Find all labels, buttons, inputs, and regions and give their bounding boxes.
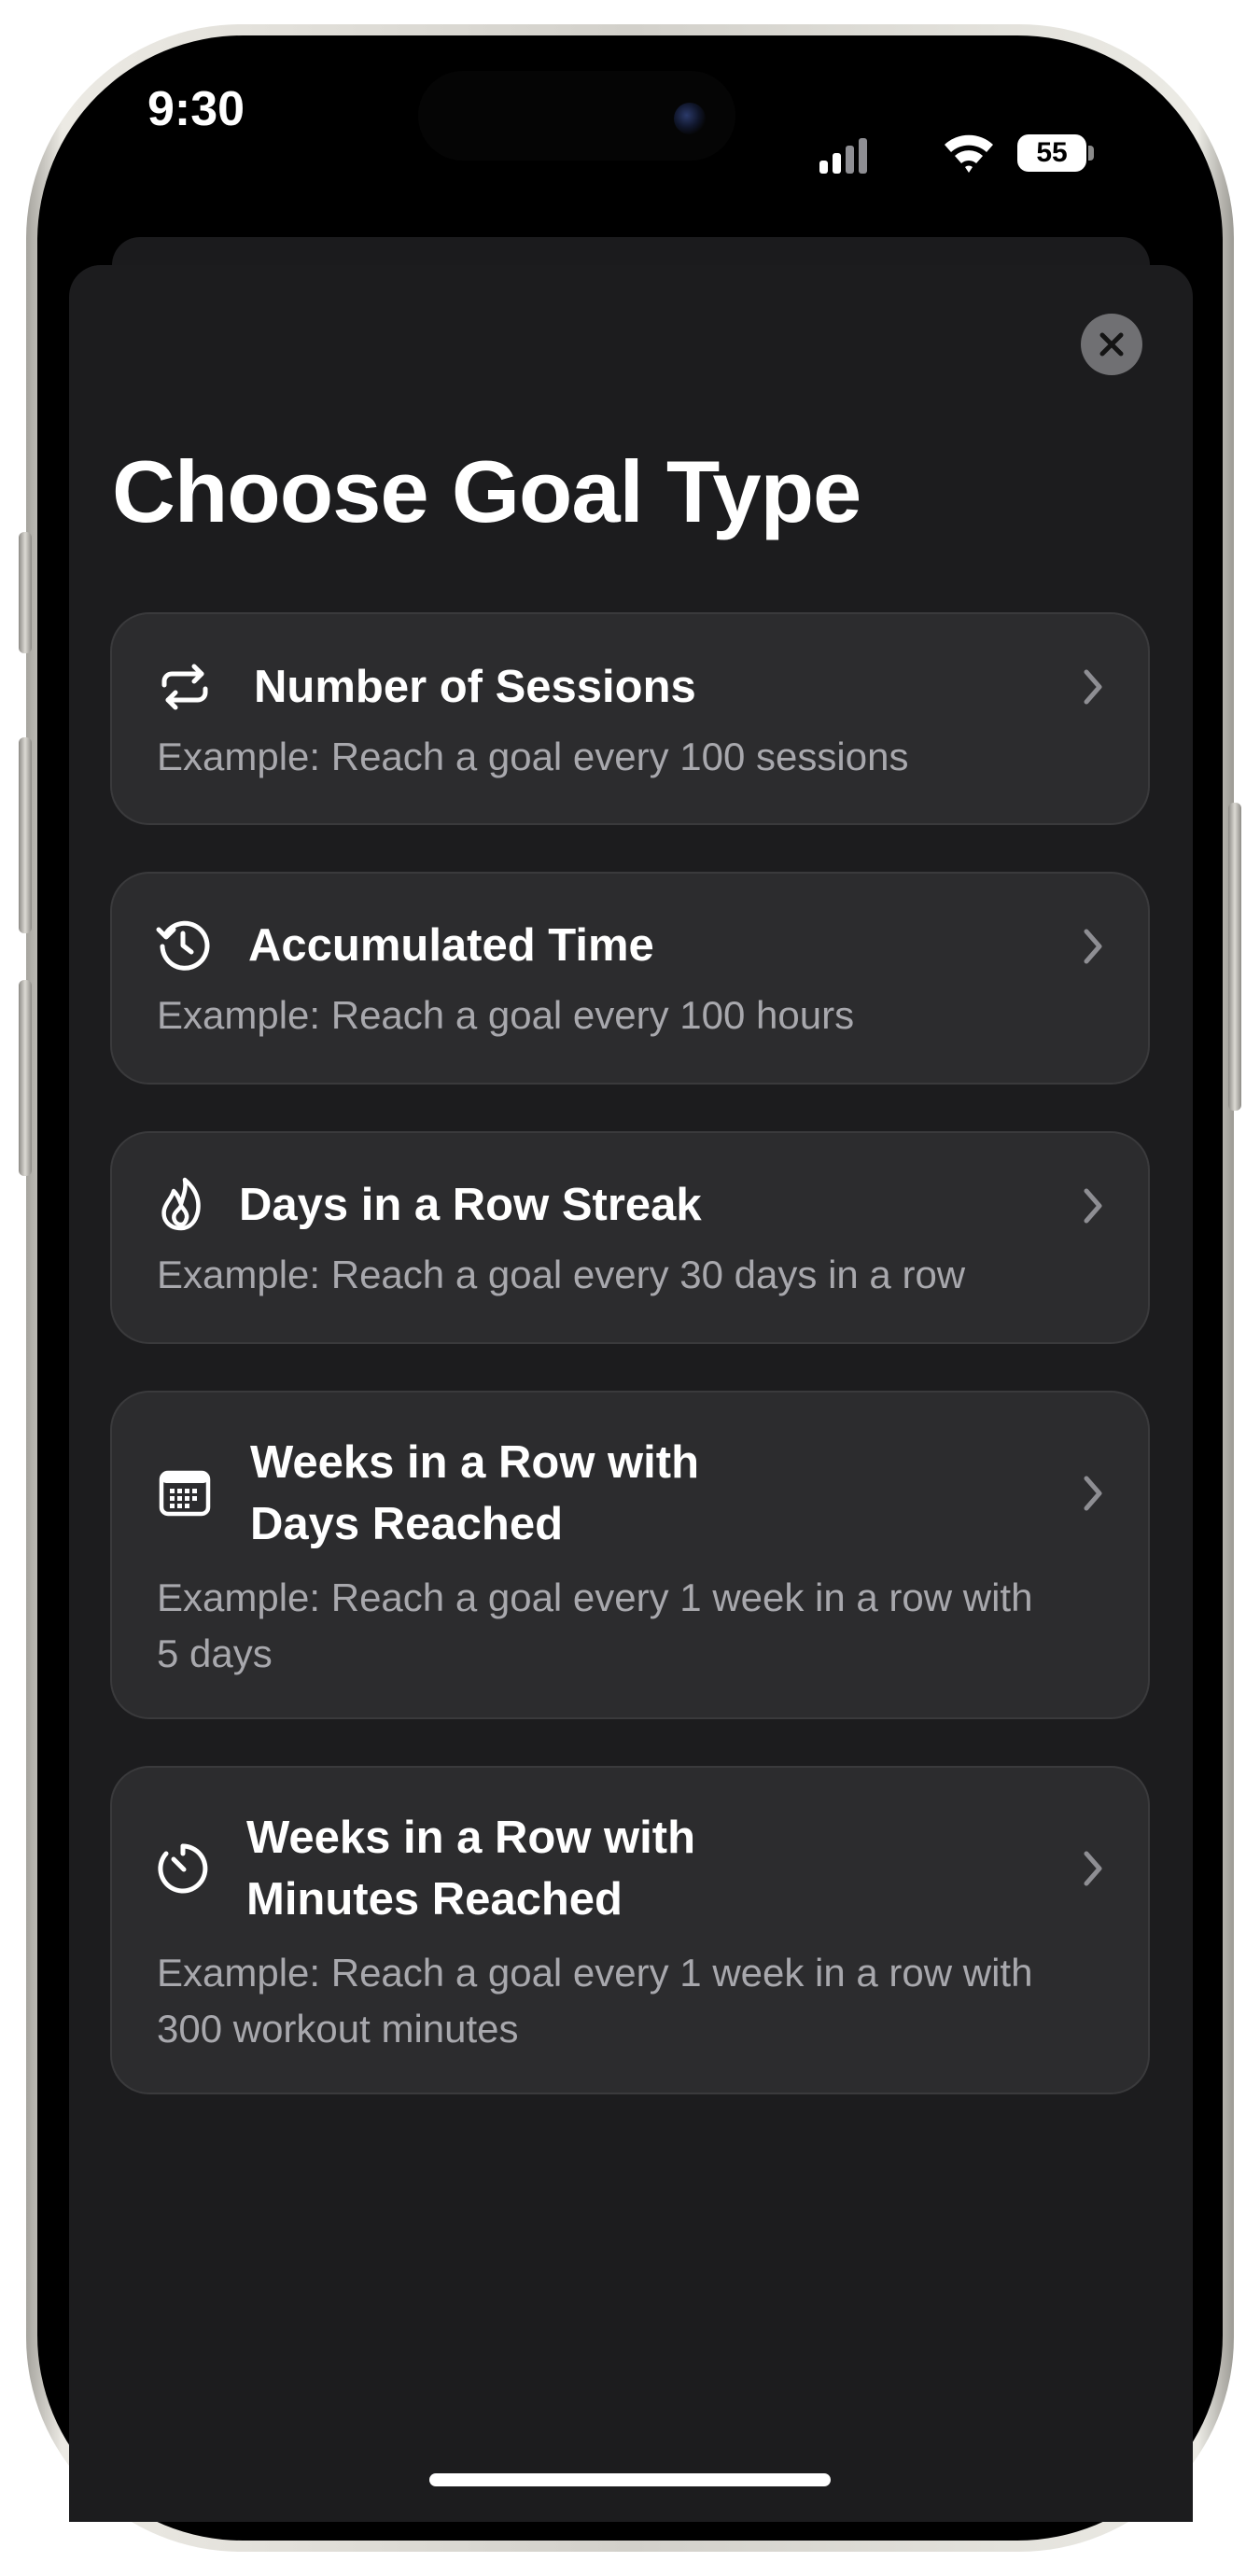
- volume-up-button: [19, 737, 32, 933]
- goal-option-description-line1: Example: Reach a goal every 1 week in a …: [157, 1575, 1033, 1619]
- status-time: 9:30: [147, 82, 245, 136]
- goal-option-description-line1: Example: Reach a goal every 1 week in a …: [157, 1951, 1033, 1995]
- goal-option-description: Example: Reach a goal every 30 days in a…: [157, 1253, 966, 1296]
- close-icon: [1099, 332, 1124, 357]
- history-clock-icon: [156, 920, 210, 971]
- goal-option-title-line2: Days Reached: [250, 1499, 564, 1549]
- goal-option-title: Accumulated Time: [248, 920, 654, 971]
- volume-down-button: [19, 980, 32, 1176]
- home-indicator[interactable]: [429, 2473, 831, 2486]
- page-title: Choose Goal Type: [112, 442, 861, 540]
- chevron-right-icon: [1084, 929, 1102, 964]
- goal-option-description: Example: Reach a goal every 100 hours: [157, 993, 855, 1037]
- side-button: [1228, 803, 1241, 1111]
- goal-option-number-of-sessions[interactable]: [110, 612, 1150, 825]
- action-button: [19, 532, 32, 653]
- battery-icon: 55: [1017, 134, 1086, 172]
- battery-cap: [1088, 146, 1094, 161]
- goal-option-title: Number of Sessions: [254, 662, 696, 712]
- chevron-right-icon: [1084, 1188, 1102, 1224]
- wifi-icon: [945, 134, 993, 173]
- timer-icon: [158, 1843, 208, 1894]
- goal-option-title-line1: Weeks in a Row with: [246, 1813, 696, 1863]
- chevron-right-icon: [1084, 669, 1102, 705]
- calendar-icon: [159, 1470, 211, 1517]
- flame-icon: [161, 1177, 201, 1231]
- chevron-right-icon: [1084, 1476, 1102, 1511]
- repeat-arrows-icon: [161, 664, 208, 710]
- chevron-right-icon: [1084, 1851, 1102, 1886]
- close-button[interactable]: [1081, 314, 1142, 375]
- goal-option-days-in-a-row-streak[interactable]: [110, 1131, 1150, 1344]
- goal-option-description: Example: Reach a goal every 100 sessions: [157, 735, 909, 778]
- goal-option-title: Days in a Row Streak: [239, 1180, 702, 1230]
- goal-option-description-line2: 5 days: [157, 1631, 273, 1675]
- goal-option-title-line1: Weeks in a Row with: [250, 1437, 700, 1488]
- goal-option-accumulated-time[interactable]: [110, 872, 1150, 1085]
- goal-option-title-line2: Minutes Reached: [246, 1874, 623, 1925]
- camera-icon: [674, 103, 706, 134]
- goal-option-description-line2: 300 workout minutes: [157, 2007, 519, 2051]
